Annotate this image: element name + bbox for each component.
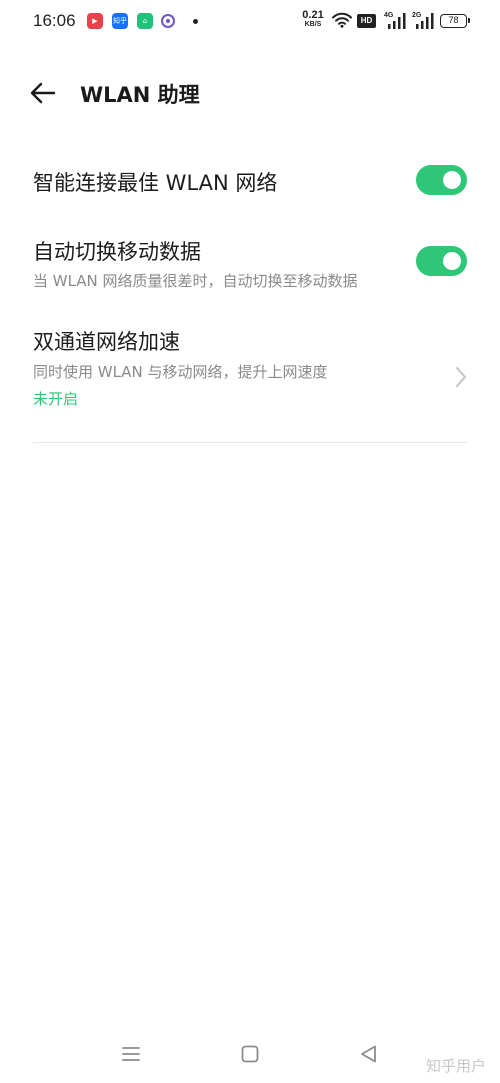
dual-channel-subtitle: 同时使用 WLAN 与移动网络，提升上网速度 [33, 363, 328, 381]
recent-apps-icon[interactable] [119, 1042, 143, 1066]
auto-switch-title: 自动切换移动数据 [33, 240, 201, 264]
signal-4g-label: 4G [384, 12, 394, 19]
signal-2g-icon: 2G [412, 12, 436, 34]
signal-4g-icon: 4G [384, 12, 408, 34]
toggle-knob [443, 171, 461, 189]
smart-connect-title: 智能连接最佳 WLAN 网络 [33, 171, 278, 195]
toggle-knob [443, 252, 461, 270]
dual-channel-status: 未开启 [33, 390, 79, 408]
auto-switch-toggle[interactable] [416, 246, 467, 276]
network-speed: 0.21 KB/S [300, 10, 326, 30]
page-title: WLAN 助理 [80, 83, 200, 107]
smart-connect-toggle[interactable] [416, 165, 467, 195]
wifi-icon [332, 12, 352, 28]
store-app-icon: ⌂ [137, 13, 153, 29]
auto-switch-subtitle: 当 WLAN 网络质量很差时，自动切换至移动数据 [33, 272, 358, 290]
network-speed-value: 0.21 [302, 9, 324, 21]
system-navigation-bar [0, 1030, 500, 1083]
status-time: 16:06 [33, 11, 76, 30]
signal-2g-label: 2G [412, 12, 422, 19]
back-triangle-icon[interactable] [357, 1042, 381, 1066]
back-arrow-icon[interactable] [26, 78, 60, 108]
dual-channel-setting[interactable]: 双通道网络加速 同时使用 WLAN 与移动网络，提升上网速度 未开启 [0, 312, 500, 432]
zhihu-app-icon: 知乎 [112, 13, 128, 29]
home-icon[interactable] [238, 1042, 262, 1066]
page-header: WLAN 助理 [0, 64, 500, 122]
more-notifications-dot [193, 19, 198, 24]
hd-voice-icon: HD [357, 14, 376, 28]
chevron-right-icon [456, 367, 466, 387]
battery-indicator: 78 [440, 14, 470, 28]
browser-app-icon [161, 14, 175, 28]
section-divider [33, 442, 467, 443]
auto-switch-setting[interactable]: 自动切换移动数据 当 WLAN 网络质量很差时，自动切换至移动数据 [0, 222, 500, 300]
smart-connect-setting[interactable]: 智能连接最佳 WLAN 网络 [0, 150, 500, 212]
network-speed-unit: KB/S [304, 21, 322, 28]
video-app-icon: ▶ [87, 13, 103, 29]
dual-channel-title: 双通道网络加速 [33, 330, 180, 354]
watermark-text: 知乎用户 [426, 1057, 487, 1075]
status-bar: 16:06 ▶ 知乎 ⌂ 0.21 KB/S HD 4G 2G 78 [0, 0, 500, 44]
